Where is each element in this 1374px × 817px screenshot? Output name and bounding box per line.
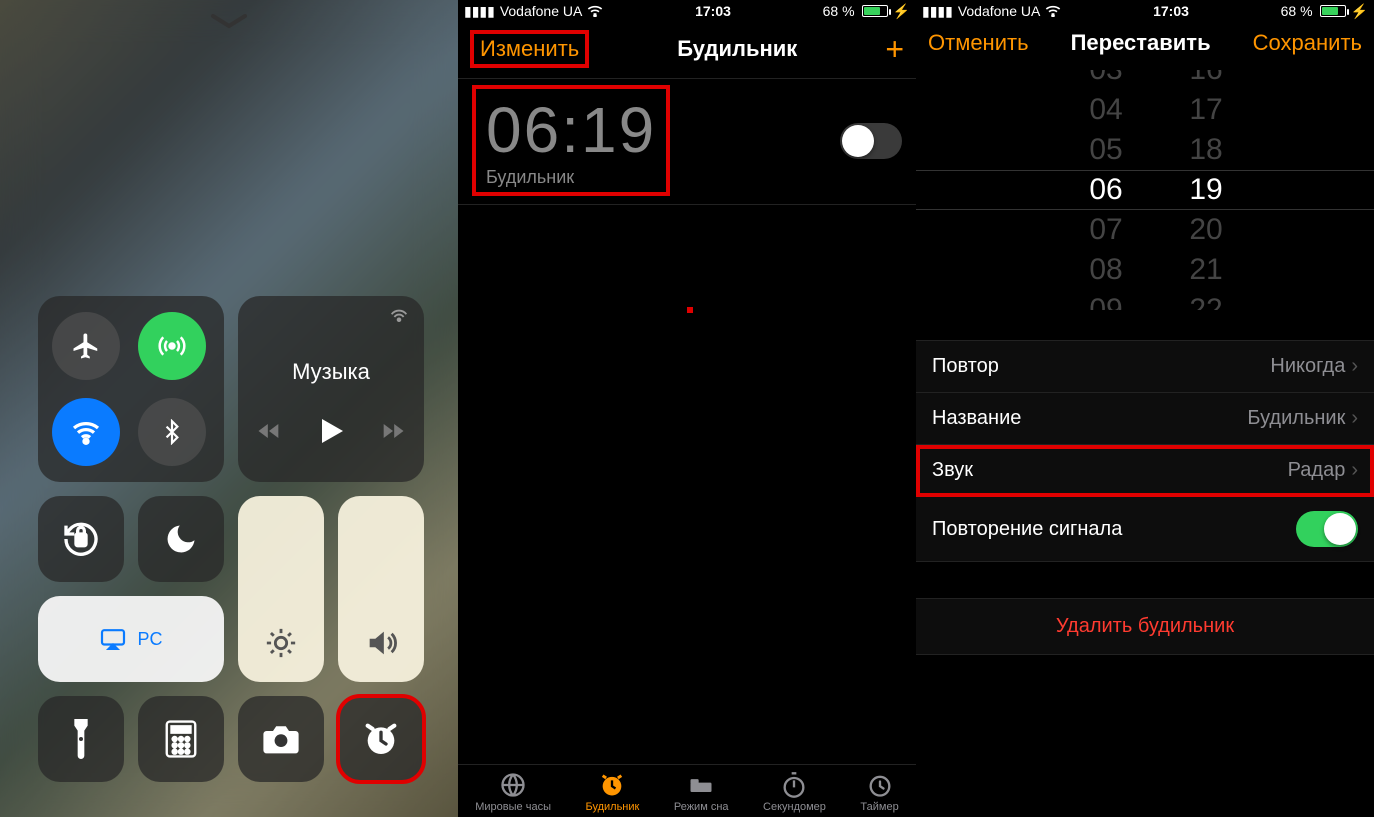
chevron-right-icon: › — [1351, 459, 1358, 482]
music-tile[interactable]: Музыка — [238, 296, 424, 482]
chevron-right-icon: › — [1351, 355, 1358, 378]
row-snooze: Повторение сигнала — [916, 497, 1374, 562]
music-title: Музыка — [292, 359, 370, 385]
carrier-label: Vodafone UA — [958, 3, 1041, 19]
row-repeat[interactable]: Повтор Никогда› — [916, 341, 1374, 393]
chevron-right-icon: › — [1351, 407, 1358, 430]
chevron-down-icon[interactable] — [209, 14, 249, 30]
connectivity-tile — [38, 296, 224, 482]
alarm-list-panel: ▮▮▮▮ Vodafone UA 17:03 68 % ⚡ Изменить Бу… — [458, 0, 916, 817]
battery-icon — [860, 5, 888, 17]
status-time: 17:03 — [695, 3, 731, 19]
status-bar: ▮▮▮▮ Vodafone UA 17:03 68 % ⚡ — [916, 0, 1374, 20]
nav-bar: Изменить Будильник + — [458, 20, 916, 78]
orientation-lock-button[interactable] — [38, 496, 124, 582]
airplane-mode-button[interactable] — [52, 312, 120, 380]
snooze-toggle[interactable] — [1296, 511, 1358, 547]
add-alarm-button[interactable]: + — [885, 31, 904, 68]
status-bar: ▮▮▮▮ Vodafone UA 17:03 68 % ⚡ — [458, 0, 916, 20]
cellular-data-button[interactable] — [138, 312, 206, 380]
bluetooth-button[interactable] — [138, 398, 206, 466]
cancel-button[interactable]: Отменить — [928, 30, 1029, 56]
status-time: 17:03 — [1153, 3, 1189, 19]
next-track-icon[interactable] — [379, 417, 407, 445]
picker-hours: 03 04 05 06 07 08 09 — [1056, 70, 1156, 310]
alarm-time: 06:19 — [486, 93, 656, 167]
tab-alarm[interactable]: Будильник — [585, 771, 639, 813]
page-title: Будильник — [677, 36, 797, 62]
tab-bedtime[interactable]: Режим сна — [674, 771, 729, 813]
tab-world-clock[interactable]: Мировые часы — [475, 771, 551, 813]
alarm-row[interactable]: 06:19 Будильник — [458, 78, 916, 205]
flashlight-button[interactable] — [38, 696, 124, 782]
control-center-panel: Музыка — [0, 0, 458, 817]
edit-button[interactable]: Изменить — [480, 36, 579, 61]
delete-alarm-button[interactable]: Удалить будильник — [916, 598, 1374, 655]
charging-icon: ⚡ — [893, 3, 910, 20]
battery-pct: 68 % — [1281, 3, 1313, 19]
charging-icon: ⚡ — [1351, 3, 1368, 20]
edit-alarm-panel: ▮▮▮▮ Vodafone UA 17:03 68 % ⚡ Отменить Пе… — [916, 0, 1374, 817]
settings-list: Повтор Никогда› Название Будильник› Звук… — [916, 340, 1374, 562]
wifi-button[interactable] — [52, 398, 120, 466]
signal-icon: ▮▮▮▮ — [464, 3, 495, 20]
tab-timer[interactable]: Таймер — [860, 771, 898, 813]
calculator-button[interactable] — [138, 696, 224, 782]
alarm-label: Будильник — [486, 167, 656, 188]
screen-mirroring-button[interactable]: PC — [38, 596, 224, 682]
annotation-dot — [687, 307, 693, 313]
do-not-disturb-button[interactable] — [138, 496, 224, 582]
carrier-label: Vodafone UA — [500, 3, 583, 19]
volume-slider[interactable] — [338, 496, 424, 682]
alarm-toggle[interactable] — [840, 123, 902, 159]
airplay-icon[interactable] — [388, 306, 410, 328]
row-sound[interactable]: Звук Радар› — [916, 445, 1374, 497]
time-picker[interactable]: 03 04 05 06 07 08 09 16 17 18 19 20 21 2… — [916, 70, 1374, 310]
camera-button[interactable] — [238, 696, 324, 782]
save-button[interactable]: Сохранить — [1253, 30, 1362, 56]
screen-mirroring-label: PC — [137, 629, 162, 650]
previous-track-icon[interactable] — [255, 417, 283, 445]
tab-stopwatch[interactable]: Секундомер — [763, 771, 826, 813]
nav-bar: Отменить Переставить Сохранить — [916, 20, 1374, 66]
wifi-icon — [587, 5, 603, 17]
tab-bar: Мировые часы Будильник Режим сна Секундо… — [458, 764, 916, 817]
play-icon[interactable] — [313, 413, 349, 449]
brightness-slider[interactable] — [238, 496, 324, 682]
page-title: Переставить — [1071, 30, 1211, 56]
picker-minutes: 16 17 18 19 20 21 22 — [1156, 70, 1256, 310]
battery-pct: 68 % — [823, 3, 855, 19]
battery-icon — [1318, 5, 1346, 17]
signal-icon: ▮▮▮▮ — [922, 3, 953, 20]
wifi-icon — [1045, 5, 1061, 17]
row-name[interactable]: Название Будильник› — [916, 393, 1374, 445]
alarm-button[interactable] — [338, 696, 424, 782]
